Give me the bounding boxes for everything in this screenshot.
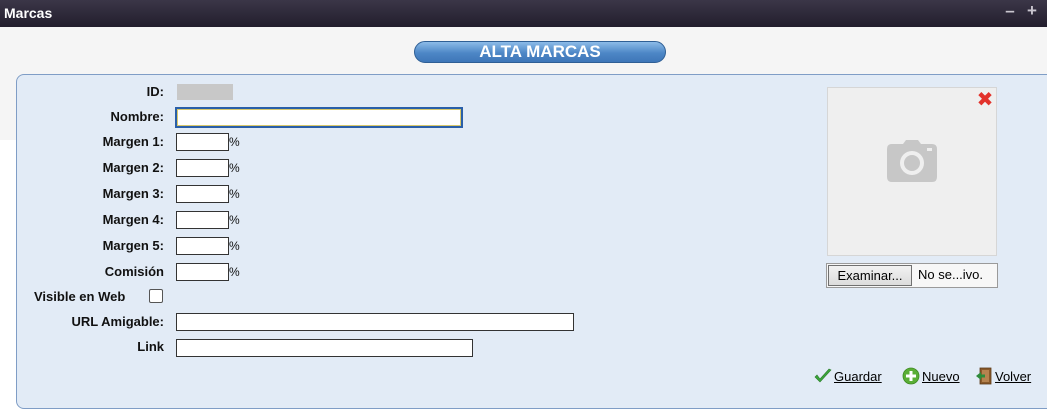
margen5-label: Margen 5: xyxy=(102,238,164,253)
margen1-label: Margen 1: xyxy=(102,134,164,149)
volver-link[interactable]: Volver xyxy=(975,367,1031,385)
margen4-percent: % xyxy=(229,213,240,227)
nombre-label: Nombre: xyxy=(110,109,164,124)
margen5-input[interactable] xyxy=(176,237,229,255)
margen5-percent: % xyxy=(229,239,240,253)
browse-button[interactable]: Examinar... xyxy=(828,265,912,286)
delete-image-icon[interactable]: ✖ xyxy=(976,90,994,110)
margen3-label: Margen 3: xyxy=(102,186,164,201)
nuevo-label: Nuevo xyxy=(922,368,960,384)
guardar-label: Guardar xyxy=(834,368,882,384)
nuevo-link[interactable]: Nuevo xyxy=(902,367,960,385)
window-titlebar: Marcas – + xyxy=(0,0,1047,27)
comision-percent: % xyxy=(229,265,240,279)
volver-label: Volver xyxy=(995,368,1032,384)
nombre-input[interactable] xyxy=(175,107,463,128)
exit-door-icon xyxy=(976,367,992,385)
comision-label: Comisión xyxy=(104,264,164,279)
margen2-percent: % xyxy=(229,161,240,175)
minimize-icon[interactable]: – xyxy=(1003,2,1017,19)
id-value xyxy=(177,84,233,100)
url-label: URL Amigable: xyxy=(71,314,164,329)
link-input[interactable] xyxy=(176,339,473,357)
margen2-label: Margen 2: xyxy=(102,160,164,175)
margen2-input[interactable] xyxy=(176,159,229,177)
visible-checkbox[interactable] xyxy=(149,289,163,303)
file-input[interactable]: Examinar... No se...ivo. xyxy=(826,263,998,288)
guardar-link[interactable]: Guardar xyxy=(814,367,882,385)
maximize-icon[interactable]: + xyxy=(1025,2,1039,19)
window-title: Marcas xyxy=(4,5,53,21)
camera-icon xyxy=(887,140,937,182)
margen1-percent: % xyxy=(229,135,240,149)
page-heading: ALTA MARCAS xyxy=(414,41,666,63)
file-status: No se...ivo. xyxy=(918,267,984,282)
margen3-percent: % xyxy=(229,187,240,201)
id-label: ID: xyxy=(146,84,164,99)
visible-label: Visible en Web xyxy=(34,289,126,304)
image-preview xyxy=(827,87,997,256)
margen4-input[interactable] xyxy=(176,211,229,229)
margen3-input[interactable] xyxy=(176,185,229,203)
comision-input[interactable] xyxy=(176,263,229,281)
checkmark-icon xyxy=(814,368,832,383)
link-label: Link xyxy=(137,339,164,354)
margen1-input[interactable] xyxy=(176,133,229,151)
url-input[interactable] xyxy=(176,313,574,331)
margen4-label: Margen 4: xyxy=(102,212,164,227)
add-circle-icon xyxy=(902,367,920,385)
